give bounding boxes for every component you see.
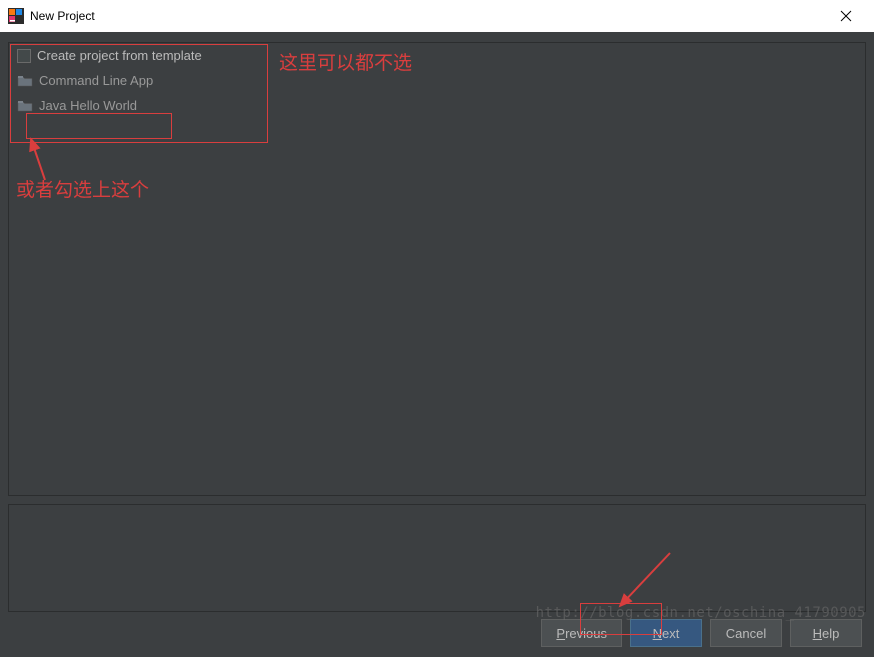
- template-label: Java Hello World: [39, 98, 137, 113]
- folder-icon: [17, 99, 33, 113]
- button-bar: Previous Next Cancel Help: [541, 619, 862, 647]
- template-list: Command Line App Java Hello World: [9, 68, 865, 118]
- create-from-template-label: Create project from template: [37, 48, 202, 63]
- window-title: New Project: [30, 9, 95, 23]
- template-item-java-hello-world[interactable]: Java Hello World: [9, 93, 865, 118]
- titlebar: New Project: [0, 0, 874, 32]
- create-from-template-row[interactable]: Create project from template: [9, 43, 865, 66]
- titlebar-left: New Project: [8, 8, 95, 24]
- dialog-body: Create project from template Command Lin…: [0, 32, 874, 657]
- description-panel: [8, 504, 866, 612]
- close-button[interactable]: [826, 2, 866, 30]
- help-button[interactable]: Help: [790, 619, 862, 647]
- template-item-command-line-app[interactable]: Command Line App: [9, 68, 865, 93]
- folder-icon: [17, 74, 33, 88]
- template-label: Command Line App: [39, 73, 153, 88]
- template-panel: Create project from template Command Lin…: [8, 42, 866, 496]
- next-button[interactable]: Next: [630, 619, 702, 647]
- previous-button[interactable]: Previous: [541, 619, 622, 647]
- create-from-template-checkbox[interactable]: [17, 49, 31, 63]
- cancel-button[interactable]: Cancel: [710, 619, 782, 647]
- app-icon: [8, 8, 24, 24]
